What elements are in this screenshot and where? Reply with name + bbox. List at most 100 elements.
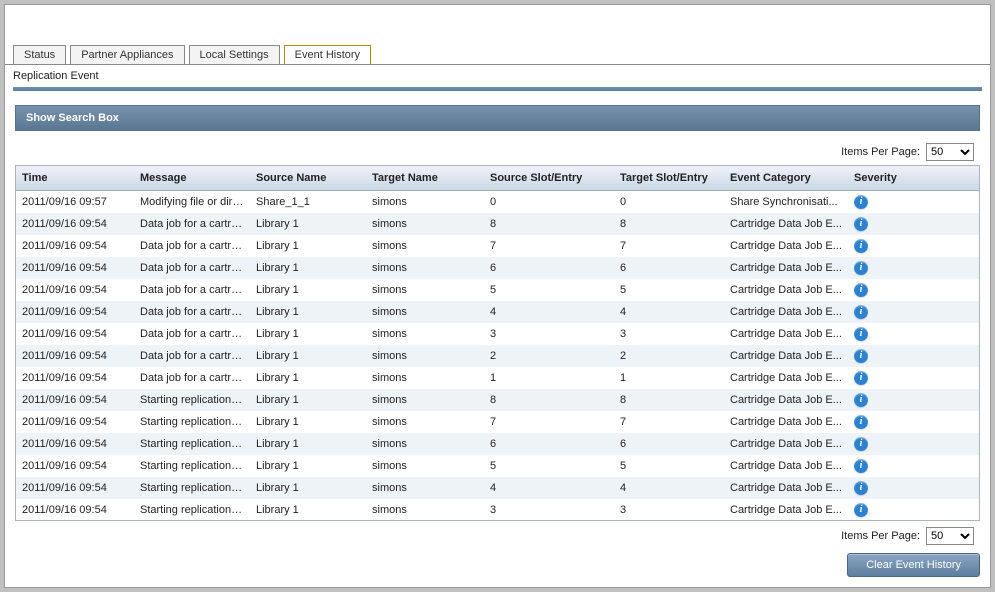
table-row[interactable]: 2011/09/16 09:54Data job for a cartrid..… <box>16 279 979 301</box>
cell-target: simons <box>366 454 484 478</box>
cell-sslot: 5 <box>484 278 614 302</box>
cell-sslot: 7 <box>484 410 614 434</box>
info-icon[interactable]: i <box>854 503 868 517</box>
cell-message: Starting replication of... <box>134 476 250 500</box>
table-row[interactable]: 2011/09/16 09:57Modifying file or dire..… <box>16 191 979 213</box>
col-header-cat[interactable]: Event Category <box>724 166 848 190</box>
clear-event-history-button[interactable]: Clear Event History <box>847 553 980 577</box>
cell-tslot: 3 <box>614 322 724 346</box>
cell-tslot: 5 <box>614 454 724 478</box>
cell-tslot: 6 <box>614 256 724 280</box>
cell-category: Share Synchronisati... <box>724 191 848 214</box>
info-icon[interactable]: i <box>854 459 868 473</box>
items-per-page-label: Items Per Page: <box>841 146 920 158</box>
cell-tslot: 8 <box>614 388 724 412</box>
cell-sslot: 1 <box>484 366 614 390</box>
cell-category: Cartridge Data Job E... <box>724 256 848 280</box>
cell-category: Cartridge Data Job E... <box>724 344 848 368</box>
cell-tslot: 4 <box>614 476 724 500</box>
table-row[interactable]: 2011/09/16 09:54Starting replication of.… <box>16 477 979 499</box>
cell-message: Data job for a cartrid... <box>134 322 250 346</box>
info-icon[interactable]: i <box>854 481 868 495</box>
cell-time: 2011/09/16 09:54 <box>16 498 134 520</box>
info-icon[interactable]: i <box>854 437 868 451</box>
cell-category: Cartridge Data Job E... <box>724 454 848 478</box>
info-icon[interactable]: i <box>854 283 868 297</box>
cell-target: simons <box>366 410 484 434</box>
col-header-sslot[interactable]: Source Slot/Entry <box>484 166 614 190</box>
table-row[interactable]: 2011/09/16 09:54Starting replication of.… <box>16 411 979 433</box>
pager-bottom: Items Per Page: 50 <box>15 521 980 549</box>
cell-sslot: 8 <box>484 212 614 236</box>
cell-target: simons <box>366 498 484 520</box>
table-row[interactable]: 2011/09/16 09:54Starting replication of.… <box>16 499 979 520</box>
col-header-sev[interactable]: Severity <box>848 166 908 190</box>
cell-message: Data job for a cartrid... <box>134 344 250 368</box>
table-row[interactable]: 2011/09/16 09:54Data job for a cartrid..… <box>16 323 979 345</box>
info-icon[interactable]: i <box>854 217 868 231</box>
table-row[interactable]: 2011/09/16 09:54Starting replication of.… <box>16 455 979 477</box>
cell-tslot: 7 <box>614 410 724 434</box>
cell-source: Library 1 <box>250 388 366 412</box>
table-row[interactable]: 2011/09/16 09:54Data job for a cartrid..… <box>16 257 979 279</box>
info-icon[interactable]: i <box>854 349 868 363</box>
cell-source: Library 1 <box>250 476 366 500</box>
cell-message: Data job for a cartrid... <box>134 234 250 258</box>
cell-source: Library 1 <box>250 322 366 346</box>
table-row[interactable]: 2011/09/16 09:54Data job for a cartrid..… <box>16 301 979 323</box>
info-icon[interactable]: i <box>854 371 868 385</box>
cell-message: Starting replication of... <box>134 410 250 434</box>
table-row[interactable]: 2011/09/16 09:54Data job for a cartrid..… <box>16 345 979 367</box>
info-icon[interactable]: i <box>854 393 868 407</box>
col-header-time[interactable]: Time <box>16 166 134 190</box>
cell-target: simons <box>366 432 484 456</box>
info-icon[interactable]: i <box>854 415 868 429</box>
tab-local-settings[interactable]: Local Settings <box>189 45 280 65</box>
tab-status[interactable]: Status <box>13 45 66 65</box>
cell-category: Cartridge Data Job E... <box>724 388 848 412</box>
cell-time: 2011/09/16 09:54 <box>16 388 134 412</box>
tab-partner-appliances[interactable]: Partner Appliances <box>70 45 184 65</box>
cell-message: Data job for a cartrid... <box>134 300 250 324</box>
cell-tslot: 1 <box>614 366 724 390</box>
col-header-source[interactable]: Source Name <box>250 166 366 190</box>
table-row[interactable]: 2011/09/16 09:54Data job for a cartrid..… <box>16 235 979 257</box>
cell-target: simons <box>366 212 484 236</box>
info-icon[interactable]: i <box>854 239 868 253</box>
cell-sslot: 7 <box>484 234 614 258</box>
cell-target: simons <box>366 234 484 258</box>
table-row[interactable]: 2011/09/16 09:54Starting replication of.… <box>16 389 979 411</box>
info-icon[interactable]: i <box>854 195 868 209</box>
tab-event-history[interactable]: Event History <box>284 45 371 65</box>
table-row[interactable]: 2011/09/16 09:54Data job for a cartrid..… <box>16 213 979 235</box>
items-per-page-select-bottom[interactable]: 50 <box>926 527 974 545</box>
show-search-box-toggle[interactable]: Show Search Box <box>15 105 980 131</box>
cell-category: Cartridge Data Job E... <box>724 212 848 236</box>
col-header-message[interactable]: Message <box>134 166 250 190</box>
cell-sslot: 4 <box>484 476 614 500</box>
cell-tslot: 8 <box>614 212 724 236</box>
cell-message: Starting replication of... <box>134 454 250 478</box>
cell-source: Library 1 <box>250 234 366 258</box>
cell-sslot: 5 <box>484 454 614 478</box>
col-header-target[interactable]: Target Name <box>366 166 484 190</box>
table-row[interactable]: 2011/09/16 09:54Data job for a cartrid..… <box>16 367 979 389</box>
col-header-tslot[interactable]: Target Slot/Entry <box>614 166 724 190</box>
items-per-page-select-top[interactable]: 50 <box>926 143 974 161</box>
cell-message: Data job for a cartrid... <box>134 256 250 280</box>
cell-category: Cartridge Data Job E... <box>724 432 848 456</box>
cell-sslot: 8 <box>484 388 614 412</box>
info-icon[interactable]: i <box>854 305 868 319</box>
cell-message: Data job for a cartrid... <box>134 278 250 302</box>
info-icon[interactable]: i <box>854 327 868 341</box>
table-body[interactable]: 2011/09/16 09:57Modifying file or dire..… <box>16 191 979 520</box>
table-row[interactable]: 2011/09/16 09:54Starting replication of.… <box>16 433 979 455</box>
cell-tslot: 5 <box>614 278 724 302</box>
pager-top: Items Per Page: 50 <box>15 137 980 165</box>
cell-source: Library 1 <box>250 454 366 478</box>
info-icon[interactable]: i <box>854 261 868 275</box>
cell-sslot: 6 <box>484 256 614 280</box>
cell-message: Modifying file or dire... <box>134 191 250 214</box>
cell-sslot: 0 <box>484 191 614 214</box>
cell-time: 2011/09/16 09:54 <box>16 278 134 302</box>
